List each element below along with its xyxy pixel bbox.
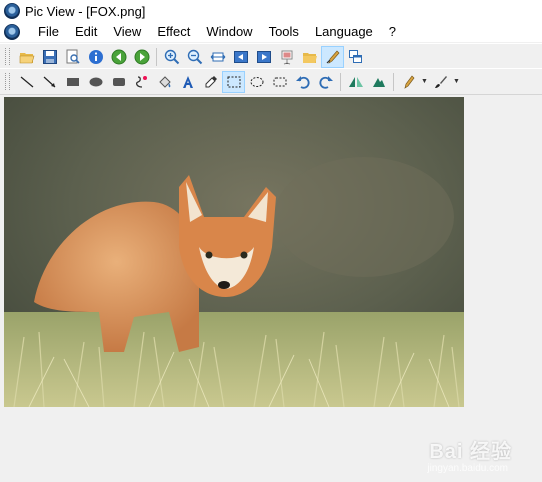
rect-select-button[interactable]	[222, 70, 245, 93]
previous-button[interactable]	[229, 46, 252, 68]
fill-tool-icon	[158, 75, 171, 88]
arrow-tool-button[interactable]	[38, 71, 61, 93]
rounded-select-icon	[273, 77, 286, 86]
fit-width-icon	[210, 52, 225, 61]
ellipse-tool-button[interactable]	[84, 71, 107, 93]
brush-dropdown-icon[interactable]: ▼	[452, 78, 461, 85]
pencil-dropdown-icon[interactable]: ▼	[420, 78, 429, 85]
eyedropper-icon	[205, 75, 217, 87]
toolbar-grip[interactable]	[5, 73, 10, 90]
fit-width-button[interactable]	[206, 46, 229, 68]
text-tool-icon	[182, 75, 193, 88]
slideshow-button[interactable]	[275, 46, 298, 68]
flip-vertical-button[interactable]	[367, 71, 390, 93]
image-canvas[interactable]: Bai 经验 jingyan.baidu.com	[0, 96, 542, 482]
windows-icon	[348, 49, 362, 63]
ellipse-select-icon	[250, 76, 263, 87]
ellipse-select-button[interactable]	[245, 71, 268, 93]
open-button[interactable]	[298, 46, 321, 68]
info-button[interactable]	[84, 46, 107, 68]
rotate-right-icon	[134, 49, 149, 64]
eyedropper-button[interactable]	[199, 71, 222, 93]
draw-button[interactable]	[321, 45, 344, 68]
open-folder-button[interactable]	[15, 46, 38, 68]
document-icon[interactable]	[4, 24, 20, 40]
pencil-button[interactable]	[397, 71, 420, 93]
window-title: Pic View - [FOX.png]	[25, 3, 146, 19]
rotate-left-icon	[111, 49, 126, 64]
title-bar: Pic View - [FOX.png]	[0, 0, 542, 22]
toolbar-grip[interactable]	[5, 48, 10, 65]
main-toolbar	[0, 43, 542, 70]
toolbar-separator	[156, 47, 157, 66]
pencil-icon	[403, 74, 414, 89]
rect-select-icon	[227, 76, 240, 87]
color-replace-button[interactable]	[130, 71, 153, 93]
color-replace-icon	[135, 75, 147, 88]
watermark-brand: Bai 经验	[429, 441, 512, 463]
menu-help[interactable]: ?	[381, 22, 404, 42]
previous-icon	[233, 50, 248, 63]
watermark-url: jingyan.baidu.com	[427, 463, 508, 474]
save-button[interactable]	[38, 46, 61, 68]
line-tool-icon	[20, 76, 33, 87]
fill-tool-button[interactable]	[153, 71, 176, 93]
rectangle-tool-icon	[66, 77, 79, 86]
menu-bar: File Edit View Effect Window Tools Langu…	[0, 22, 542, 42]
rounded-select-button[interactable]	[268, 71, 291, 93]
arrow-tool-icon	[43, 76, 55, 87]
rounded-rect-tool-button[interactable]	[107, 71, 130, 93]
toolbar-separator	[340, 72, 341, 91]
slideshow-icon	[281, 50, 292, 64]
zoom-out-icon	[187, 49, 202, 64]
flip-vertical-icon	[372, 77, 385, 87]
redo-button[interactable]	[314, 71, 337, 93]
brush-icon	[434, 75, 447, 88]
fox-illustration	[4, 97, 464, 407]
undo-button[interactable]	[291, 71, 314, 93]
zoom-in-icon	[164, 49, 179, 64]
menu-window[interactable]: Window	[198, 22, 260, 42]
toolbar-separator	[393, 72, 394, 91]
rounded-rect-tool-icon	[112, 77, 125, 86]
text-tool-button[interactable]	[176, 71, 199, 93]
brush-button[interactable]	[429, 71, 452, 93]
flip-horizontal-button[interactable]	[344, 71, 367, 93]
menu-tools[interactable]: Tools	[261, 22, 307, 42]
open-icon	[302, 52, 317, 63]
info-icon	[88, 49, 103, 64]
rectangle-tool-button[interactable]	[61, 71, 84, 93]
draw-toolbar: ▼ ▼	[0, 68, 542, 95]
menu-language[interactable]: Language	[307, 22, 381, 42]
rotate-left-button[interactable]	[107, 46, 130, 68]
save-icon	[42, 49, 57, 64]
zoom-out-button[interactable]	[183, 46, 206, 68]
fox-photo[interactable]	[4, 97, 464, 407]
windows-button[interactable]	[344, 46, 367, 68]
menu-edit[interactable]: Edit	[67, 22, 105, 42]
menu-effect[interactable]: Effect	[149, 22, 198, 42]
flip-horizontal-icon	[348, 76, 363, 87]
open-folder-icon	[19, 52, 34, 63]
next-icon	[256, 50, 271, 63]
rotate-right-button[interactable]	[130, 46, 153, 68]
zoom-in-button[interactable]	[160, 46, 183, 68]
redo-icon	[318, 75, 333, 89]
draw-icon	[326, 49, 339, 64]
app-icon	[4, 3, 20, 19]
menu-view[interactable]: View	[105, 22, 149, 42]
line-tool-button[interactable]	[15, 71, 38, 93]
print-preview-icon	[66, 49, 80, 64]
print-preview-button[interactable]	[61, 46, 84, 68]
menu-file[interactable]: File	[30, 22, 67, 42]
next-button[interactable]	[252, 46, 275, 68]
undo-icon	[295, 75, 310, 89]
ellipse-tool-icon	[89, 77, 102, 86]
